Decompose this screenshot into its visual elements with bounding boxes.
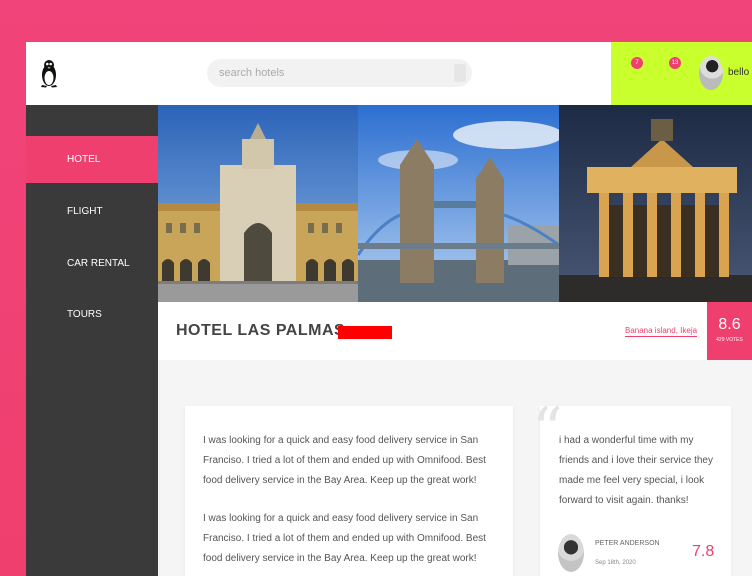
hotel-name: HOTEL LAS PALMAS [176,322,346,339]
sidebar-item-car-rental[interactable]: CAR RENTAL [26,240,158,287]
rating-votes: 429 VOTES [716,337,743,343]
hotel-photo-2[interactable] [358,105,559,302]
sidebar-item-hotel[interactable]: HOTEL [26,136,158,183]
sidebar-item-label: FLIGHT [67,206,103,217]
header: 7 13 bello [26,42,752,105]
sidebar-item-tours[interactable]: TOURS [26,291,158,338]
reviewer-avatar[interactable] [558,534,584,572]
user-bar: 7 13 bello [611,42,752,105]
user-avatar[interactable] [699,56,723,90]
hotel-photo-1[interactable] [158,105,358,302]
message-badge[interactable]: 13 [669,57,681,69]
notification-badge[interactable]: 7 [631,57,643,69]
review-card: “ i had a wonderful time with my friends… [532,400,731,576]
location-link[interactable]: Banana island, Ikeja [625,326,698,337]
hotel-title-bar: HOTEL LAS PALMAS Banana island, Ikeja 8.… [158,302,752,360]
highlight-tag [338,326,392,339]
username[interactable]: bello [728,67,749,78]
search-input[interactable] [207,59,427,87]
penguin-logo-icon[interactable] [38,58,60,88]
app-window: 7 13 bello HOTEL FLIGHT CAR RENTAL TOURS [26,42,752,576]
sidebar-item-label: TOURS [67,309,102,320]
review-score: 7.8 [692,543,715,560]
description-card: I was looking for a quick and easy food … [185,406,513,576]
hotel-photo-3[interactable] [559,105,752,302]
sidebar: HOTEL FLIGHT CAR RENTAL TOURS [26,105,158,576]
description-paragraph: I was looking for a quick and easy food … [203,513,486,564]
sidebar-item-flight[interactable]: FLIGHT [26,188,158,235]
search-button[interactable] [454,64,466,82]
search-bar [207,59,472,87]
reviewer-name: PETER ANDERSON [595,540,660,547]
rating-badge: 8.6 429 VOTES [707,302,752,360]
review-date: Sep 18th, 2020 [595,560,636,566]
description-paragraph: I was looking for a quick and easy food … [203,435,486,486]
rating-score: 8.6 [718,316,741,333]
hotel-photo-gallery [158,105,752,302]
review-text: i had a wonderful time with my friends a… [559,435,713,506]
sidebar-item-label: CAR RENTAL [67,258,130,269]
sidebar-item-label: HOTEL [67,154,101,165]
